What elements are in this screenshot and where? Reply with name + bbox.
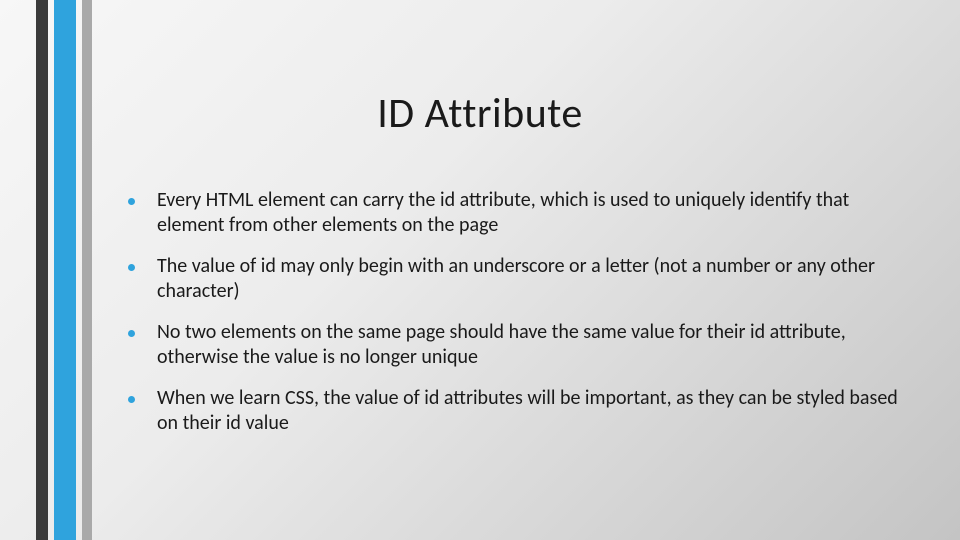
bullet-icon (128, 264, 135, 271)
bullet-text: Every HTML element can carry the id attr… (157, 188, 916, 238)
bullet-text: When we learn CSS, the value of id attri… (157, 386, 916, 436)
bullet-text: The value of id may only begin with an u… (157, 254, 916, 304)
slide-title: ID Attribute (0, 88, 960, 139)
stripe-dark (36, 0, 48, 540)
bullet-icon (128, 198, 135, 205)
list-item: When we learn CSS, the value of id attri… (128, 386, 916, 436)
stripe-gray (82, 0, 92, 540)
list-item: No two elements on the same page should … (128, 320, 916, 370)
bullet-icon (128, 396, 135, 403)
bullet-list: Every HTML element can carry the id attr… (128, 188, 916, 452)
stripe-blue (54, 0, 76, 540)
list-item: Every HTML element can carry the id attr… (128, 188, 916, 238)
bullet-icon (128, 330, 135, 337)
list-item: The value of id may only begin with an u… (128, 254, 916, 304)
bullet-text: No two elements on the same page should … (157, 320, 916, 370)
decorative-stripes (36, 0, 92, 540)
